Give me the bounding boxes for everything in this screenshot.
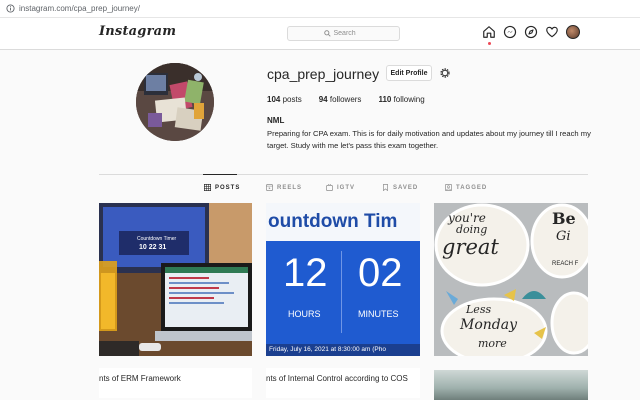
post-2-date: Friday, July 16, 2021 at 8:30:00 am (Pho	[266, 344, 420, 356]
compass-icon	[524, 25, 538, 39]
sticker-word-6: more	[478, 337, 507, 350]
post-2-title: ountdown Tim	[268, 211, 398, 232]
nav-activity[interactable]	[545, 25, 559, 39]
tab-tagged-label: TAGGED	[456, 184, 488, 191]
grid-icon	[204, 184, 211, 191]
tab-reels-label: REELS	[277, 184, 303, 191]
profile-username: cpa_prep_journey	[267, 66, 380, 82]
nav-home[interactable]	[482, 25, 496, 45]
followers-label: followers	[329, 95, 362, 104]
post-1-caption-card[interactable]: nts of ERM Framework	[99, 368, 252, 398]
tab-igtv[interactable]: IGTV	[326, 184, 355, 191]
nav-profile-avatar[interactable]	[566, 25, 580, 39]
post-2-minutes-label: MINUTES	[358, 309, 399, 319]
nav-icons	[482, 25, 580, 45]
tab-active-indicator	[203, 174, 237, 175]
post-thumbnail-4[interactable]	[434, 370, 588, 400]
post-1-screen-time: 10 22 31	[139, 244, 167, 251]
sticker-word-3: great	[442, 235, 499, 259]
tab-posts-label: POSTS	[215, 184, 241, 191]
instagram-logo[interactable]: Instagram	[99, 24, 176, 39]
post-1-screen-title: Countdown Timer	[137, 236, 177, 242]
stat-following[interactable]: 110 following	[378, 95, 424, 104]
tab-posts[interactable]: POSTS	[204, 184, 240, 191]
messenger-icon	[503, 25, 517, 39]
edit-profile-button[interactable]: Edit Profile	[386, 65, 432, 81]
search-box[interactable]	[287, 26, 400, 41]
post-1-caption: nts of ERM Framework	[99, 374, 181, 383]
post-2-caption-card[interactable]: nts of Internal Control according to COS	[266, 368, 420, 398]
nav-direct[interactable]	[503, 25, 517, 39]
igtv-icon	[326, 184, 333, 191]
settings-gear-icon[interactable]	[439, 67, 451, 79]
profile-bio: Preparing for CPA exam. This is for dail…	[267, 129, 591, 150]
posts-label: posts	[282, 95, 302, 104]
followers-count: 94	[318, 95, 328, 104]
heart-icon	[546, 26, 558, 38]
stat-followers[interactable]: 94 followers	[319, 95, 362, 104]
tab-tagged[interactable]: TAGGED	[445, 184, 487, 191]
post-2-hours-value: 12	[283, 251, 328, 295]
sticker-word-5: Monday	[460, 317, 517, 333]
sticker-word-8: Gi	[556, 229, 571, 244]
home-active-dot	[488, 42, 491, 45]
post-2-separator	[341, 251, 342, 333]
tab-saved[interactable]: SAVED	[382, 184, 418, 191]
bookmark-icon	[383, 184, 388, 191]
profile-photo-image	[136, 63, 214, 141]
tab-reels[interactable]: REELS	[266, 184, 302, 191]
browser-url-bar[interactable]: instagram.com/cpa_prep_journey/	[0, 0, 640, 18]
post-1-image	[99, 203, 252, 356]
search-input[interactable]	[333, 30, 364, 37]
following-count: 110	[378, 95, 392, 104]
tabs-divider	[99, 174, 588, 175]
tagged-icon	[445, 184, 452, 191]
following-label: following	[393, 95, 425, 104]
top-nav: Instagram	[0, 18, 640, 50]
tab-saved-label: SAVED	[393, 184, 419, 191]
profile-picture[interactable]	[136, 63, 214, 141]
stat-posts: 104 posts	[267, 95, 302, 104]
post-thumbnail-2[interactable]: ountdown Tim 12 02 HOURS MINUTES Friday,…	[266, 203, 420, 356]
post-thumbnail-1[interactable]: Countdown Timer 10 22 31	[99, 203, 252, 356]
tab-igtv-label: IGTV	[337, 184, 356, 191]
post-2-hours-label: HOURS	[288, 309, 321, 319]
sticker-word-7: Be	[552, 209, 576, 228]
posts-count: 104	[267, 95, 281, 104]
info-icon[interactable]	[6, 4, 15, 13]
post-thumbnail-3[interactable]: you're doing great Less Monday more Be G…	[434, 203, 588, 356]
home-icon	[483, 26, 495, 38]
search-icon	[323, 30, 331, 37]
profile-stats: 104 posts 94 followers 110 following	[267, 95, 442, 104]
post-2-minutes-value: 02	[358, 251, 403, 295]
sticker-word-9: REACH F	[552, 261, 579, 267]
sticker-word-4: Less	[466, 303, 492, 316]
url-text[interactable]: instagram.com/cpa_prep_journey/	[19, 4, 140, 13]
nav-explore[interactable]	[524, 25, 538, 39]
profile-full-name: NML	[267, 116, 285, 125]
post-2-caption: nts of Internal Control according to COS	[266, 374, 408, 383]
reels-icon	[266, 184, 273, 191]
